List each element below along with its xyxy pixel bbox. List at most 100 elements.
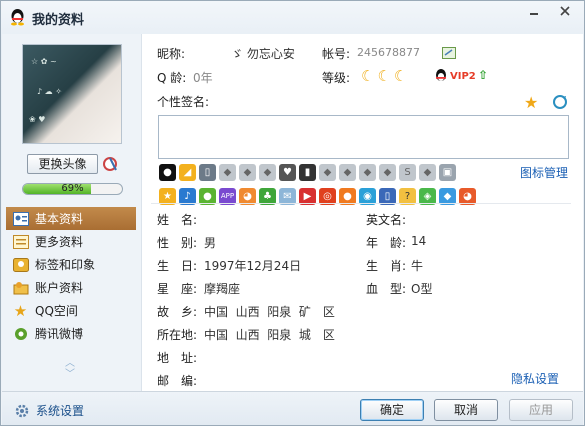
qzone-star-icon[interactable]: ★ (159, 187, 176, 205)
close-icon (559, 6, 570, 16)
nav-label: 标签和印象 (35, 258, 96, 272)
account-value: 245678877 (357, 46, 420, 59)
nav-scroll-arrows[interactable]: ︿ ﹀ (63, 358, 77, 380)
age-label: 年 龄: (366, 236, 407, 250)
bottom-bar: 系统设置 确定 取消 应用 (2, 391, 583, 425)
refresh-signature-icon[interactable] (552, 94, 568, 110)
main-area: ☆ ✿ ~ ♪ ☁ ✧ ❀ ♥ 更换头像 69% 基本资料 更多资料 标签和印象… (2, 34, 583, 391)
heart-icon[interactable]: ♥ (279, 163, 296, 181)
avatar-tool-icon[interactable] (102, 155, 120, 173)
nav-label: 腾讯微博 (35, 327, 84, 341)
shield-icon[interactable]: ◈ (419, 187, 436, 205)
penguin-vip-icon (436, 69, 446, 81)
diamond-icon[interactable]: ◆ (339, 163, 356, 181)
swirl-icon[interactable]: ◉ (359, 187, 376, 205)
chat-icon[interactable]: ● (199, 187, 216, 205)
lock-icon[interactable]: ◆ (439, 187, 456, 205)
video-icon[interactable]: ▶ (299, 187, 316, 205)
side-nav: 基本资料 更多资料 标签和印象 账户资料 ★ QQ空间 腾讯微博 (6, 207, 136, 345)
profile-content: 昵称: ゞ 勿忘心安 帐号: 245678877 Q 龄: 0年 等级: ☾ ☾… (143, 34, 583, 391)
cancel-button[interactable]: 取消 (434, 399, 498, 421)
question-icon[interactable]: ? (399, 187, 416, 205)
diamond-icon[interactable]: ◆ (319, 163, 336, 181)
account-icon (12, 280, 29, 295)
privacy-settings-link[interactable]: 隐私设置 (511, 370, 559, 387)
gender-label: 性 别: (157, 236, 198, 250)
qage-value: 0年 (193, 71, 213, 85)
diamond-icon[interactable]: ◆ (419, 163, 436, 181)
star-icon: ★ (13, 301, 28, 320)
account-label: 帐号: (322, 47, 351, 61)
pet-icon[interactable]: ◕ (239, 187, 256, 205)
arrow-up-icon: ⇧ (478, 68, 489, 82)
section-divider (151, 203, 571, 204)
avatar-doodle-icon: ❀ ♥ (29, 115, 46, 124)
game-icon[interactable]: ▣ (439, 163, 456, 181)
nba-icon[interactable]: ▮ (299, 163, 316, 181)
signature-label: 个性签名: (157, 95, 210, 109)
nav-item-qzone[interactable]: ★ QQ空间 (6, 299, 136, 322)
star-badge-icon[interactable]: ★ (524, 93, 538, 112)
ok-button[interactable]: 确定 (360, 399, 424, 421)
avatar[interactable]: ☆ ✿ ~ ♪ ☁ ✧ ❀ ♥ (22, 44, 122, 144)
change-avatar-button[interactable]: 更换头像 (27, 154, 98, 174)
vip-badge[interactable]: VIP2 (450, 71, 476, 82)
circle-logo-icon[interactable]: ● (339, 187, 356, 205)
english-name-label: 英文名: (366, 213, 407, 227)
phone-icon[interactable]: ▯ (199, 163, 216, 181)
pet-penguin-icon[interactable]: ◕ (459, 187, 476, 205)
close-button[interactable] (551, 1, 578, 21)
nickname-label: 昵称: (157, 47, 186, 61)
hometown-value: 中国 山西 阳泉 矿 区 (204, 305, 335, 319)
nav-label: QQ空间 (35, 304, 78, 318)
diamond-icon[interactable]: ◆ (359, 163, 376, 181)
icon-manage-link[interactable]: 图标管理 (520, 164, 568, 181)
nickname-value[interactable]: ゞ 勿忘心安 (231, 45, 295, 62)
signature-input[interactable] (158, 115, 569, 159)
diamond-icon[interactable]: ◆ (379, 163, 396, 181)
blood-type-label: 血 型: (366, 282, 407, 296)
weibo-icon (12, 326, 29, 341)
qq-penguin-icon (11, 9, 24, 26)
level-moons[interactable]: ☾ ☾ ☾ (361, 67, 407, 85)
diamond-icon[interactable]: ◆ (239, 163, 256, 181)
profile-card-icon (12, 211, 29, 226)
moon-icon: ☾ (377, 67, 391, 85)
birthday-label: 生 日: (157, 259, 198, 273)
horn-icon[interactable]: ◢ (179, 163, 196, 181)
nav-item-account[interactable]: 账户资料 (6, 276, 136, 299)
superman-icon[interactable]: S (399, 163, 416, 181)
nav-item-more-info[interactable]: 更多资料 (6, 230, 136, 253)
system-settings-link[interactable]: 系统设置 (14, 402, 84, 419)
chevron-down-icon[interactable]: ﹀ (63, 369, 77, 380)
moon-icon: ☾ (393, 67, 408, 85)
qq-penguin-icon[interactable]: ● (159, 163, 176, 181)
nav-item-weibo[interactable]: 腾讯微博 (6, 322, 136, 345)
diamond-icon[interactable]: ◆ (259, 163, 276, 181)
gear-icon (15, 404, 29, 417)
app-icon[interactable]: APP (219, 187, 236, 205)
clover-icon[interactable]: ♣ (259, 187, 276, 205)
avatar-doodle-icon: ♪ ☁ ✧ (37, 87, 62, 96)
chevron-up-icon[interactable]: ︿ (63, 358, 77, 369)
minimize-button[interactable] (520, 1, 547, 21)
moon-icon: ☾ (361, 67, 375, 85)
diamond-icon[interactable]: ◆ (219, 163, 236, 181)
music-icon[interactable]: ♪ (179, 187, 196, 205)
mail-icon[interactable]: ✉ (279, 187, 296, 205)
age-value: 14 (411, 234, 427, 248)
nav-item-tags[interactable]: 标签和印象 (6, 253, 136, 276)
address-label: 地 址: (157, 351, 198, 365)
location-value: 中国 山西 阳泉 城 区 (204, 328, 335, 342)
nav-label: 账户资料 (35, 281, 84, 295)
progress-text: 69% (61, 183, 84, 194)
edit-account-icon[interactable] (442, 47, 456, 59)
level-label: 等级: (322, 71, 351, 85)
qage-label: Q 龄: (157, 71, 187, 85)
title-bar[interactable]: 我的资料 (1, 1, 584, 33)
nav-item-basic-info[interactable]: 基本资料 (6, 207, 136, 230)
game-center-icon[interactable]: ◎ (319, 187, 336, 205)
avatar-doodle-icon: ☆ ✿ ~ (31, 57, 57, 66)
apply-button[interactable]: 应用 (509, 399, 573, 421)
mobile-icon[interactable]: ▯ (379, 187, 396, 205)
